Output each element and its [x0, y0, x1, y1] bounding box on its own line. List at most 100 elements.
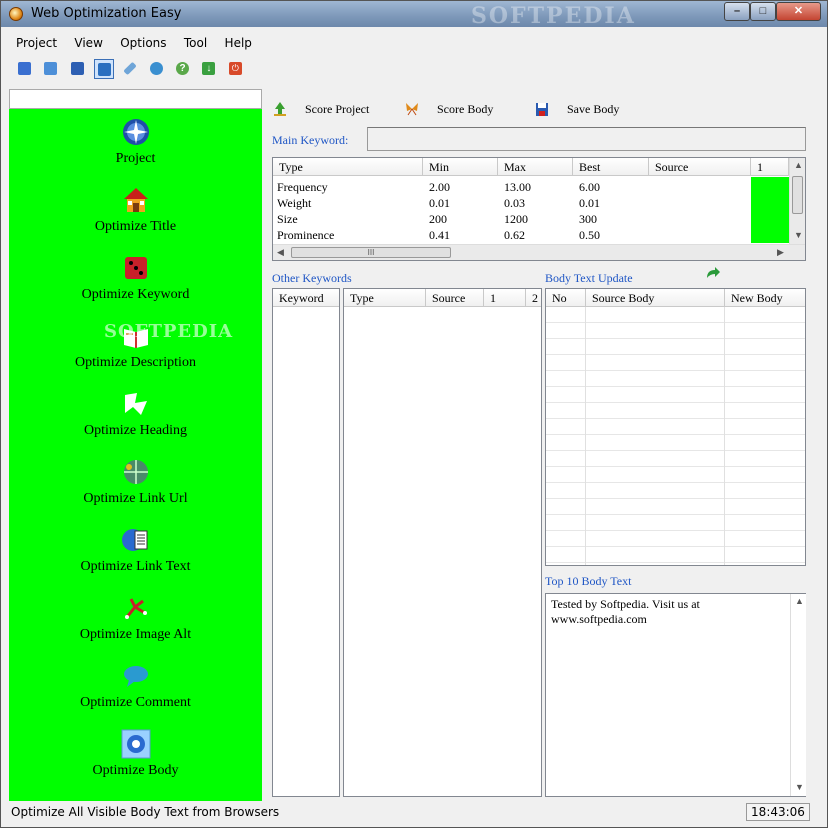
- power-icon: ⏻: [228, 62, 242, 75]
- column-header-type[interactable]: Type: [344, 289, 426, 307]
- sidebar-item-label: Optimize Description: [75, 355, 196, 370]
- cell-max: 13.00: [504, 180, 531, 194]
- body-text-update-table[interactable]: No Source Body New Body: [545, 288, 806, 566]
- cell-max: 0.62: [504, 228, 525, 242]
- cell-best: 300: [579, 212, 597, 226]
- column-header-best[interactable]: Best: [573, 158, 649, 176]
- cell-min: 0.01: [429, 196, 450, 210]
- top10-text: Tested by Softpedia. Visit us at www.sof…: [551, 597, 700, 626]
- scroll-up-icon[interactable]: ▲: [794, 160, 803, 170]
- menu-project[interactable]: Project: [9, 33, 64, 53]
- help-icon: ?: [176, 62, 190, 75]
- column-header-type[interactable]: Type: [273, 158, 423, 176]
- column-header-source-body[interactable]: Source Body: [586, 289, 725, 307]
- sidebar-item-optimize-image-alt[interactable]: Optimize Image Alt: [9, 593, 262, 643]
- main-keyword-input[interactable]: [367, 127, 806, 151]
- open-icon: [44, 62, 58, 75]
- scroll-thumb[interactable]: III: [291, 247, 451, 258]
- sidebar-item-optimize-link-text[interactable]: Optimize Link Text: [9, 525, 262, 575]
- toolbar-help-button[interactable]: ?: [173, 59, 193, 79]
- cell-type: Frequency: [277, 180, 328, 194]
- menu-view[interactable]: View: [67, 33, 109, 53]
- column-header-max[interactable]: Max: [498, 158, 573, 176]
- maximize-button[interactable]: □: [750, 2, 776, 21]
- column-header-1[interactable]: 1: [751, 158, 789, 176]
- highlight-column: [751, 177, 789, 243]
- sidebar-item-label: Optimize Image Alt: [79, 627, 192, 642]
- column-header-source[interactable]: Source: [426, 289, 484, 307]
- cell-min: 200: [429, 212, 447, 226]
- new-icon: [18, 62, 31, 75]
- column-divider: [585, 307, 586, 565]
- scroll-left-icon[interactable]: ◀: [277, 247, 284, 258]
- download-icon: ↓: [202, 62, 216, 75]
- cell-type: Prominence: [277, 228, 335, 242]
- toolbar-open-button[interactable]: [41, 59, 61, 79]
- other-keywords-detail-table[interactable]: Type Source 1 2: [343, 288, 542, 797]
- top10-vscroll[interactable]: ▲ ▼: [790, 594, 806, 796]
- speech-bubble-icon: [123, 666, 148, 687]
- sidebar-item-label: Optimize Title: [94, 219, 177, 234]
- toolbar-save-button[interactable]: [68, 59, 88, 79]
- minimize-button[interactable]: –: [724, 2, 750, 21]
- column-header-no[interactable]: No: [546, 289, 586, 307]
- document-globe-icon: [121, 529, 147, 551]
- cell-type: Weight: [277, 196, 312, 210]
- column-header-1[interactable]: 1: [484, 289, 526, 307]
- close-button[interactable]: ✕: [776, 2, 821, 21]
- scroll-down-icon[interactable]: ▼: [795, 782, 804, 792]
- top10-textarea[interactable]: Tested by Softpedia. Visit us at www.sof…: [545, 593, 806, 797]
- save-icon: [70, 62, 84, 75]
- network-globe-icon: [123, 460, 148, 484]
- window-title: Web Optimization Easy: [31, 6, 182, 21]
- toolbar-download-button[interactable]: ↓: [199, 59, 219, 79]
- toolbar-edit-button[interactable]: [120, 59, 140, 79]
- toolbar-power-button[interactable]: ⏻: [226, 59, 246, 79]
- sidebar-header-bar: [9, 89, 262, 109]
- scroll-thumb[interactable]: [792, 176, 803, 214]
- sidebar-item-optimize-keyword[interactable]: Optimize Keyword: [9, 253, 262, 303]
- cell-type: Size: [277, 212, 298, 226]
- toolbar-refresh-button[interactable]: [94, 59, 115, 79]
- sidebar-item-optimize-body[interactable]: Optimize Body: [9, 729, 262, 779]
- refresh-icon: [98, 63, 112, 76]
- cell-min: 0.41: [429, 228, 450, 242]
- sidebar-item-optimize-heading[interactable]: Optimize Heading: [9, 389, 262, 439]
- sidebar-item-project[interactable]: Project: [9, 117, 262, 167]
- metrics-hscroll[interactable]: ◀ III ▶: [273, 244, 805, 260]
- cell-best: 0.01: [579, 196, 600, 210]
- sidebar-item-optimize-link-url[interactable]: Optimize Link Url: [9, 457, 262, 507]
- sidebar-item-optimize-title[interactable]: Optimize Title: [9, 185, 262, 235]
- cell-max: 0.03: [504, 196, 525, 210]
- column-header-keyword[interactable]: Keyword: [273, 289, 339, 307]
- save-icon: [536, 103, 548, 116]
- scroll-right-icon[interactable]: ▶: [777, 247, 784, 258]
- menu-options[interactable]: Options: [113, 33, 173, 53]
- edit-icon: [123, 61, 138, 76]
- column-header-2[interactable]: 2: [526, 289, 541, 307]
- scroll-up-icon[interactable]: ▲: [795, 596, 804, 606]
- sidebar-item-label: Optimize Keyword: [81, 287, 190, 302]
- pixel-figure-icon: [124, 598, 147, 619]
- sidebar: Project Optimize Title Optimize Keyword …: [9, 109, 262, 801]
- metrics-vscroll[interactable]: ▲ ▼: [789, 158, 805, 244]
- main-keyword-label: Main Keyword:: [272, 133, 349, 147]
- toolbar-browser-button[interactable]: [147, 59, 167, 79]
- sidebar-item-label: Optimize Comment: [80, 695, 191, 710]
- column-header-new-body[interactable]: New Body: [725, 289, 805, 307]
- cell-max: 1200: [504, 212, 528, 226]
- update-arrow-icon[interactable]: [705, 266, 721, 280]
- status-clock: 18:43:06: [746, 803, 810, 821]
- menu-tool[interactable]: Tool: [177, 33, 214, 53]
- browser-icon: [149, 62, 163, 75]
- globe-icon: [122, 119, 149, 145]
- menu-help[interactable]: Help: [218, 33, 259, 53]
- title-bar[interactable]: Web Optimization Easy SOFTPEDIA – □ ✕: [1, 1, 827, 29]
- column-header-min[interactable]: Min: [423, 158, 498, 176]
- toolbar-new-button[interactable]: [15, 59, 35, 79]
- sidebar-item-optimize-comment[interactable]: Optimize Comment: [9, 661, 262, 711]
- metrics-table: Type Min Max Best Source 1 Frequency 2.0…: [272, 157, 806, 261]
- column-header-source[interactable]: Source: [649, 158, 751, 176]
- other-keywords-list[interactable]: Keyword: [272, 288, 340, 797]
- scroll-down-icon[interactable]: ▼: [794, 230, 803, 240]
